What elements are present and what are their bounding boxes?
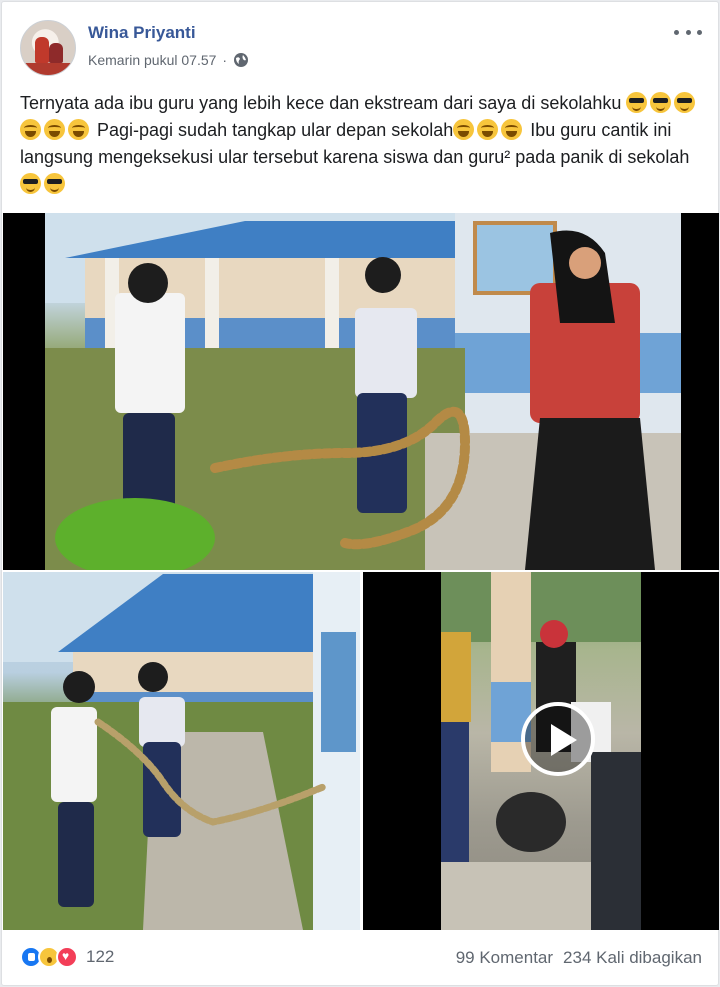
photo-teacher-snake[interactable] <box>45 213 681 570</box>
tears-of-joy-emoji-icon <box>501 119 523 140</box>
more-options-button[interactable] <box>674 22 702 42</box>
tears-of-joy-emoji-icon <box>68 119 89 140</box>
video-player[interactable] <box>363 572 719 930</box>
author-name[interactable]: Wina Priyanti <box>88 23 196 43</box>
post-card: Wina Priyanti Kemarin pukul 07.57 · Tern… <box>1 1 719 986</box>
tears-of-joy-emoji-icon <box>453 119 475 140</box>
love-reaction-icon <box>56 946 78 968</box>
tears-of-joy-emoji-icon <box>44 119 65 140</box>
tears-of-joy-emoji-icon <box>477 119 499 140</box>
photo-students-snake[interactable] <box>3 572 360 930</box>
reactions-summary[interactable]: 122 <box>20 946 114 968</box>
avatar[interactable] <box>20 20 76 76</box>
media-grid-bottom <box>3 572 719 930</box>
post-header: Wina Priyanti Kemarin pukul 07.57 · <box>20 18 702 78</box>
sunglasses-emoji-icon <box>20 173 41 194</box>
sunglasses-emoji-icon <box>626 92 648 113</box>
shares-count[interactable]: 234 Kali dibagikan <box>563 948 702 968</box>
sunglasses-emoji-icon <box>650 92 672 113</box>
photo-illustration-2 <box>3 572 360 930</box>
post-text: Ternyata ada ibu guru yang lebih kece da… <box>20 90 700 198</box>
tears-of-joy-emoji-icon <box>20 119 41 140</box>
sunglasses-emoji-icon <box>674 92 696 113</box>
globe-icon[interactable] <box>233 52 249 68</box>
play-button[interactable] <box>521 702 595 776</box>
photo-illustration <box>45 213 681 570</box>
post-footer: 122 99 Komentar 234 Kali dibagikan <box>20 942 702 974</box>
comments-count[interactable]: 99 Komentar <box>456 948 553 968</box>
post-text-segment: Pagi-pagi sudah tangkap ular depan sekol… <box>92 120 454 140</box>
post-stats: 99 Komentar 234 Kali dibagikan <box>456 948 702 968</box>
reaction-count[interactable]: 122 <box>86 947 114 967</box>
post-meta: Kemarin pukul 07.57 · <box>88 52 249 68</box>
media-photo-main[interactable] <box>3 213 719 570</box>
sunglasses-emoji-icon <box>44 173 65 194</box>
post-timestamp[interactable]: Kemarin pukul 07.57 <box>88 52 216 68</box>
post-text-segment: Ternyata ada ibu guru yang lebih kece da… <box>20 93 627 113</box>
